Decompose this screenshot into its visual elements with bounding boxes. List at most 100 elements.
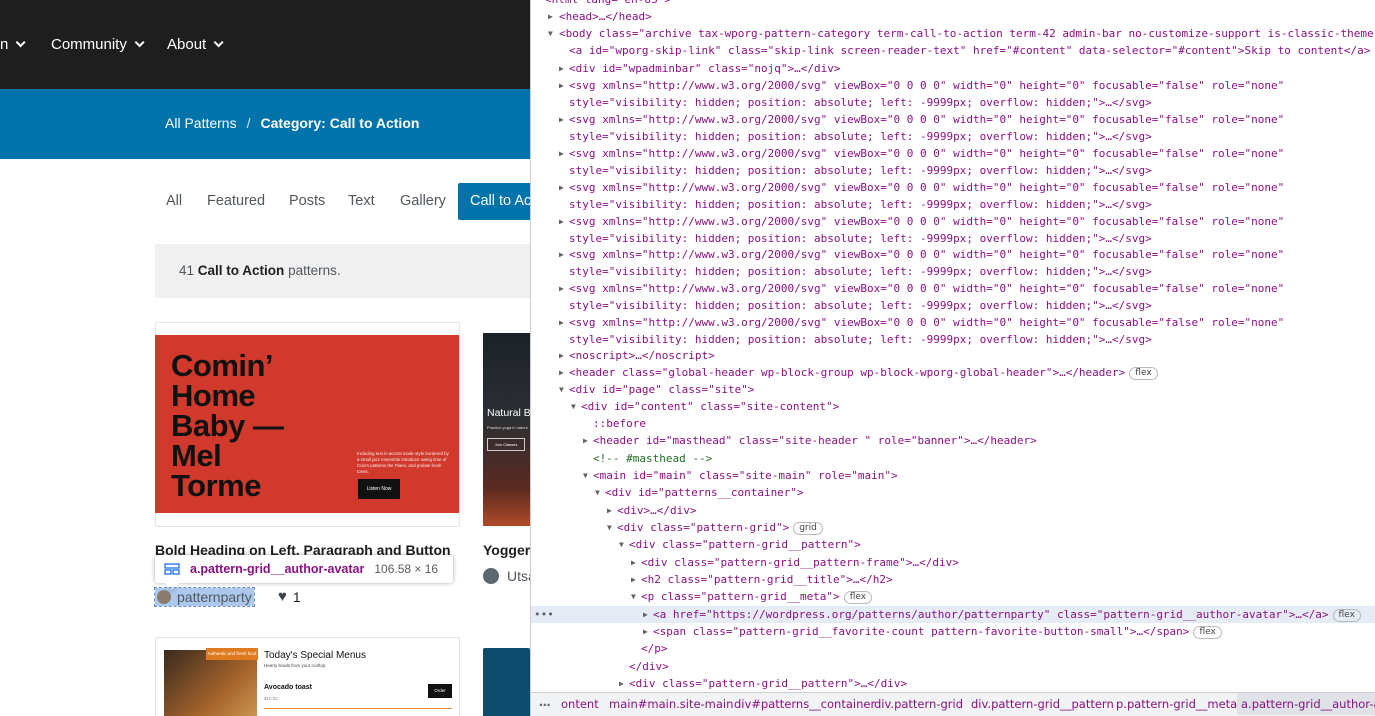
dom-node[interactable]: ▼ <div id="page" class="site"> (531, 381, 1375, 398)
dom-node[interactable]: ▶ <head>…</head> (531, 8, 1375, 25)
dom-node[interactable]: ▶ <noscript>…</noscript> (531, 347, 1375, 364)
flex-badge[interactable]: flex (1193, 625, 1222, 639)
dom-breadcrumb-item[interactable]: div#patterns__container (734, 693, 875, 715)
expand-arrow-icon[interactable]: ▶ (559, 179, 564, 196)
flex-badge[interactable]: flex (1332, 608, 1361, 622)
dom-node[interactable]: ▼ <div id="patterns__container"> (531, 484, 1375, 501)
expand-arrow-icon[interactable]: ▶ (619, 675, 624, 692)
dom-node[interactable]: ▶ <svg xmlns="http://www.w3.org/2000/svg… (531, 246, 1375, 280)
collapse-arrow-icon[interactable]: ▼ (595, 484, 600, 501)
expand-arrow-icon[interactable]: ▶ (631, 571, 636, 588)
dom-node[interactable]: ▶ <header id="masthead" class="site-head… (531, 432, 1375, 449)
expand-arrow-icon[interactable]: ▶ (607, 502, 612, 519)
breadcrumb-more-button[interactable]: … (539, 693, 551, 713)
dom-node[interactable]: ▶ <svg xmlns="http://www.w3.org/2000/svg… (531, 145, 1375, 179)
dom-node[interactable]: ▼ <main id="main" class="site-main" role… (531, 467, 1375, 484)
expand-arrow-icon[interactable]: ▶ (559, 77, 564, 94)
dom-node[interactable]: ▼ <div class="pattern-grid"> grid (531, 519, 1375, 536)
collapse-arrow-icon[interactable]: ▼ (583, 467, 588, 484)
expand-arrow-icon[interactable]: ▶ (559, 145, 564, 162)
dom-breadcrumb-item[interactable]: div.pattern-grid__pattern (971, 693, 1114, 715)
collapse-arrow-icon[interactable]: ▼ (631, 588, 636, 605)
breadcrumb-all-patterns[interactable]: All Patterns (165, 115, 237, 131)
nav-item-partial[interactable]: n (0, 36, 26, 53)
nav-item-community[interactable]: Community (51, 36, 145, 53)
author-avatar-link[interactable]: patternparty (154, 587, 255, 607)
breadcrumb: All Patterns / Category: Call to Action (165, 115, 419, 131)
pattern-preview[interactable]: Comin’ Home Baby — Mel Torme Including t… (155, 335, 459, 513)
expand-arrow-icon[interactable]: ▶ (559, 347, 564, 364)
avatar[interactable] (483, 568, 499, 584)
flex-badge[interactable]: flex (843, 590, 873, 604)
grid-badge[interactable]: grid (793, 521, 823, 535)
dom-breadcrumb-item[interactable]: main#main.site-main (609, 693, 733, 715)
expand-arrow-icon[interactable]: ▶ (559, 60, 564, 77)
preview-heading: Today's Special Menus (264, 650, 366, 661)
dom-node[interactable]: ▼ <body class="archive tax-wporg-pattern… (531, 25, 1375, 42)
preview-paragraph: Including text in accent mode style bord… (357, 451, 449, 474)
dom-node[interactable]: ▶ <header class="global-header wp-block-… (531, 364, 1375, 381)
tab-call-to-action[interactable]: Call to Action (458, 183, 530, 220)
dom-breadcrumb-item[interactable]: p.pattern-grid__meta (1116, 693, 1237, 715)
dom-node[interactable]: ▶ <svg xmlns="http://www.w3.org/2000/svg… (531, 77, 1375, 111)
dom-node[interactable]: </p> (531, 640, 1375, 657)
dom-node[interactable]: ▶ <svg xmlns="http://www.w3.org/2000/svg… (531, 280, 1375, 314)
favorite-count[interactable]: ♥ 1 (278, 588, 301, 605)
tab-gallery[interactable]: Gallery (400, 183, 446, 220)
dom-breadcrumb-item[interactable]: div.pattern-grid (874, 693, 963, 715)
dom-node[interactable]: ▶ <h2 class="pattern-grid__title">…</h2> (531, 571, 1375, 588)
tab-posts[interactable]: Posts (289, 183, 325, 220)
pattern-frame[interactable] (483, 648, 530, 716)
expand-arrow-icon[interactable]: ▶ (583, 432, 588, 449)
collapse-arrow-icon[interactable]: ▼ (571, 398, 576, 415)
collapse-arrow-icon[interactable]: ▼ (607, 519, 612, 536)
dom-node[interactable]: </div> (531, 658, 1375, 675)
dom-node-selected[interactable]: ••• ▶ <a href="https://wordpress.org/pat… (531, 606, 1375, 623)
collapse-arrow-icon[interactable]: ▼ (559, 381, 564, 398)
expand-arrow-icon[interactable]: ▶ (559, 213, 564, 230)
dom-node-text: <div class="pattern-grid__pattern"> (629, 538, 861, 551)
dom-comment[interactable]: <!-- #masthead --> (531, 450, 1375, 467)
expand-arrow-icon[interactable]: ▶ (643, 623, 648, 640)
collapse-arrow-icon[interactable]: ▼ (548, 25, 553, 42)
dom-node[interactable]: ▼ <div class="pattern-grid__pattern"> (531, 536, 1375, 553)
expand-arrow-icon[interactable]: ▶ (559, 246, 564, 263)
dom-node[interactable]: ▶ <div class="pattern-grid__pattern-fram… (531, 554, 1375, 571)
expand-arrow-icon[interactable]: ▶ (548, 8, 553, 25)
expand-arrow-icon[interactable]: ▶ (559, 364, 564, 381)
dom-node[interactable]: ▶ <div class="pattern-grid__pattern">…</… (531, 675, 1375, 692)
flex-badge[interactable]: flex (1129, 366, 1158, 380)
inspect-tooltip: a.pattern-grid__author-avatar 106.58 × 1… (155, 555, 453, 592)
dom-breadcrumb-item[interactable]: ontent (561, 693, 599, 715)
tab-all[interactable]: All (166, 183, 182, 220)
dom-node[interactable]: ▶ <svg xmlns="http://www.w3.org/2000/svg… (531, 111, 1375, 145)
dom-node[interactable]: ▼ <p class="pattern-grid__meta"> flex (531, 588, 1375, 605)
tab-featured[interactable]: Featured (207, 183, 265, 220)
dom-node[interactable]: ▶ <svg xmlns="http://www.w3.org/2000/svg… (531, 213, 1375, 247)
dom-node[interactable]: ▶ <span class="pattern-grid__favorite-co… (531, 623, 1375, 640)
dom-node[interactable]: ▶ <div id="wpadminbar" class="nojq">…</d… (531, 60, 1375, 77)
dom-breadcrumb-item-active[interactable]: a.pattern-grid__author-av (1237, 693, 1375, 715)
nav-item-about[interactable]: About (167, 36, 224, 53)
more-actions-icon[interactable]: ••• (534, 606, 554, 623)
dom-node-text: <span class="pattern-grid__favorite-coun… (653, 623, 1222, 640)
tab-text[interactable]: Text (348, 183, 375, 220)
expand-arrow-icon[interactable]: ▶ (631, 554, 636, 571)
dom-node[interactable]: ▶ <svg xmlns="http://www.w3.org/2000/svg… (531, 179, 1375, 213)
pseudo-element[interactable]: ::before (531, 415, 1375, 432)
dom-node[interactable]: <a id="wporg-skip-link" class="skip-link… (531, 42, 1375, 59)
pattern-frame[interactable]: Authentic and fresh food Today's Special… (155, 637, 460, 716)
dom-node[interactable]: ▼ <div id="content" class="site-content"… (531, 398, 1375, 415)
dom-node[interactable]: ▶ <div>…</div> (531, 502, 1375, 519)
author-name[interactable]: Utsav (507, 568, 530, 584)
pattern-preview[interactable]: Natural Beauty Practice yoga in nature J… (483, 333, 530, 526)
dom-node[interactable]: <html lang="en-US"> (531, 0, 1375, 8)
expand-arrow-icon[interactable]: ▶ (643, 606, 648, 623)
devtools-elements-panel: <html lang="en-US"> ▶ <head>…</head> ▼ <… (530, 0, 1375, 716)
expand-arrow-icon[interactable]: ▶ (559, 111, 564, 128)
pattern-title[interactable]: Yoggers (483, 542, 530, 558)
expand-arrow-icon[interactable]: ▶ (559, 314, 564, 331)
dom-node[interactable]: ▶ <svg xmlns="http://www.w3.org/2000/svg… (531, 314, 1375, 348)
expand-arrow-icon[interactable]: ▶ (559, 280, 564, 297)
collapse-arrow-icon[interactable]: ▼ (619, 536, 624, 553)
